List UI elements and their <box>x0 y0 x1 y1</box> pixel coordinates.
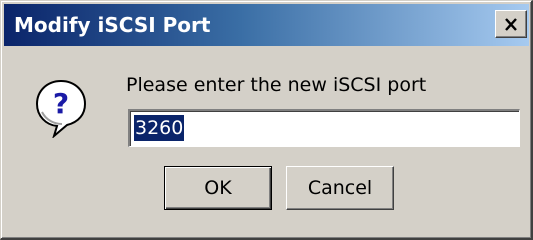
question-icon: ? <box>35 79 87 138</box>
dialog-body: ? Please enter the new iSCSI port 3260 O… <box>4 46 529 234</box>
modify-iscsi-port-dialog: Modify iSCSI Port ? Please enter the new… <box>0 0 533 240</box>
cancel-button-label: Cancel <box>307 177 373 199</box>
ok-button[interactable]: OK <box>164 166 272 210</box>
close-icon <box>505 17 517 31</box>
svg-text:?: ? <box>53 87 69 120</box>
title-bar[interactable]: Modify iSCSI Port <box>4 4 529 46</box>
cancel-button[interactable]: Cancel <box>286 166 394 210</box>
port-input[interactable]: 3260 <box>128 109 520 147</box>
ok-button-label: OK <box>204 177 232 199</box>
prompt-text: Please enter the new iSCSI port <box>126 74 427 96</box>
port-input-value: 3260 <box>134 115 185 141</box>
close-button[interactable] <box>495 10 527 38</box>
window-title: Modify iSCSI Port <box>14 13 211 37</box>
